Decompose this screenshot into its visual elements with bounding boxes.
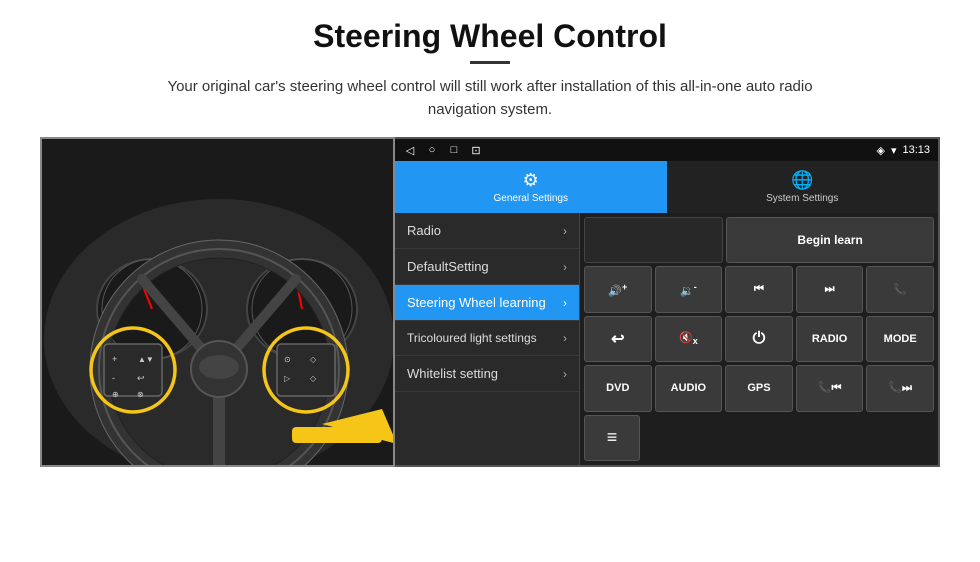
system-settings-icon: 🌐 — [791, 170, 813, 191]
radio-button[interactable]: RADIO — [796, 316, 864, 362]
tab-general-label: General Settings — [494, 193, 569, 204]
next-track-button[interactable]: ⏭ — [796, 266, 864, 312]
phone-button[interactable]: 📞 — [866, 266, 934, 312]
menu-item-tricoloured[interactable]: Tricoloured light settings › — [395, 321, 579, 356]
page-wrapper: Steering Wheel Control Your original car… — [0, 0, 980, 562]
svg-text:▷: ▷ — [284, 374, 291, 383]
svg-text:⊗: ⊗ — [137, 390, 144, 399]
mute-button[interactable]: 🔇x — [655, 316, 723, 362]
menu-steering-label: Steering Wheel learning — [407, 295, 546, 310]
control-row-1: 🔊+ 🔉- ⏮ ⏭ 📞 — [584, 266, 934, 312]
audio-button[interactable]: AUDIO — [655, 365, 723, 411]
menu-item-steering[interactable]: Steering Wheel learning › — [395, 285, 579, 321]
chevron-icon-tricoloured: › — [563, 331, 567, 345]
begin-learn-button[interactable]: Begin learn — [726, 217, 934, 263]
mute-icon: 🔇x — [679, 331, 698, 346]
recents-icon[interactable]: □ — [447, 143, 461, 157]
control-panel: Begin learn 🔊+ 🔉- ⏮ — [580, 213, 938, 465]
control-row-3: DVD AUDIO GPS 📞⏮ 📞⏭ — [584, 365, 934, 411]
status-bar-right: ◈ ▾ 13:13 — [876, 144, 930, 157]
vol-up-button[interactable]: 🔊+ — [584, 266, 652, 312]
status-bar-left: ◁ ○ □ ⊡ — [403, 143, 483, 157]
list-icon: ≡ — [607, 427, 618, 448]
chevron-icon-default: › — [563, 260, 567, 274]
title-divider — [470, 61, 510, 64]
tel-prev-button[interactable]: 📞⏮ — [796, 365, 864, 411]
tel-next-icon: 📞⏭ — [888, 381, 912, 395]
menu-default-label: DefaultSetting — [407, 259, 489, 274]
screenshot-icon[interactable]: ⊡ — [469, 143, 483, 157]
chevron-icon-whitelist: › — [563, 367, 567, 381]
svg-text:↩: ↩ — [137, 373, 145, 383]
general-settings-icon: ⚙ — [523, 170, 539, 191]
menu-tricoloured-label: Tricoloured light settings — [407, 331, 537, 345]
tab-system[interactable]: 🌐 System Settings — [667, 161, 939, 213]
content-row: + ▲▼ - ↩ ⊕ ⊗ ⊙ ◇ ▷ ◇ — [40, 137, 940, 467]
status-bar: ◁ ○ □ ⊡ ◈ ▾ 13:13 — [395, 139, 938, 161]
main-area: Radio › DefaultSetting › Steering Wheel … — [395, 213, 938, 465]
vol-up-icon: 🔊+ — [608, 282, 627, 298]
svg-text:⊕: ⊕ — [112, 390, 119, 399]
hangup-icon: ↩ — [611, 329, 624, 349]
svg-text:⊙: ⊙ — [284, 355, 291, 364]
prev-track-icon: ⏮ — [754, 283, 764, 296]
prev-track-button[interactable]: ⏮ — [725, 266, 793, 312]
page-subtitle: Your original car's steering wheel contr… — [150, 76, 830, 121]
hangup-button[interactable]: ↩ — [584, 316, 652, 362]
vol-down-icon: 🔉- — [680, 282, 697, 298]
wifi-icon: ▾ — [891, 144, 897, 157]
menu-item-radio[interactable]: Radio › — [395, 213, 579, 249]
phone-icon: 📞 — [893, 283, 907, 296]
list-icon-button[interactable]: ≡ — [584, 415, 640, 461]
tel-prev-icon: 📞⏮ — [818, 381, 842, 395]
tel-next-button[interactable]: 📞⏭ — [866, 365, 934, 411]
chevron-icon-steering: › — [563, 296, 567, 310]
power-icon: ⏻ — [753, 330, 766, 348]
vol-down-button[interactable]: 🔉- — [655, 266, 723, 312]
control-row-0: Begin learn — [584, 217, 934, 263]
back-icon[interactable]: ◁ — [403, 143, 417, 157]
tab-bar: ⚙ General Settings 🌐 System Settings — [395, 161, 938, 213]
location-icon: ◈ — [876, 144, 884, 157]
svg-text:◇: ◇ — [310, 374, 317, 383]
svg-text:▲▼: ▲▼ — [138, 355, 154, 364]
next-track-icon: ⏭ — [825, 283, 835, 296]
dvd-button[interactable]: DVD — [584, 365, 652, 411]
chevron-icon-radio: › — [563, 224, 567, 238]
power-button[interactable]: ⏻ — [725, 316, 793, 362]
tab-general[interactable]: ⚙ General Settings — [395, 161, 667, 213]
mode-button[interactable]: MODE — [866, 316, 934, 362]
svg-text:-: - — [112, 373, 115, 383]
page-title: Steering Wheel Control — [313, 18, 667, 55]
menu-item-whitelist[interactable]: Whitelist setting › — [395, 356, 579, 392]
menu-whitelist-label: Whitelist setting — [407, 366, 498, 381]
home-icon[interactable]: ○ — [425, 143, 439, 157]
android-panel: ◁ ○ □ ⊡ ◈ ▾ 13:13 ⚙ General Settings — [395, 137, 940, 467]
menu-radio-label: Radio — [407, 223, 441, 238]
tab-system-label: System Settings — [766, 193, 838, 204]
gps-button[interactable]: GPS — [725, 365, 793, 411]
svg-text:◇: ◇ — [310, 355, 317, 364]
control-row-2: ↩ 🔇x ⏻ RADIO MODE — [584, 316, 934, 362]
empty-slot — [584, 217, 723, 263]
menu-item-default[interactable]: DefaultSetting › — [395, 249, 579, 285]
control-row-4: ≡ — [584, 415, 934, 461]
time-display: 13:13 — [902, 144, 930, 156]
svg-text:+: + — [112, 354, 117, 364]
steering-wheel-image: + ▲▼ - ↩ ⊕ ⊗ ⊙ ◇ ▷ ◇ — [40, 137, 395, 467]
left-menu: Radio › DefaultSetting › Steering Wheel … — [395, 213, 580, 465]
